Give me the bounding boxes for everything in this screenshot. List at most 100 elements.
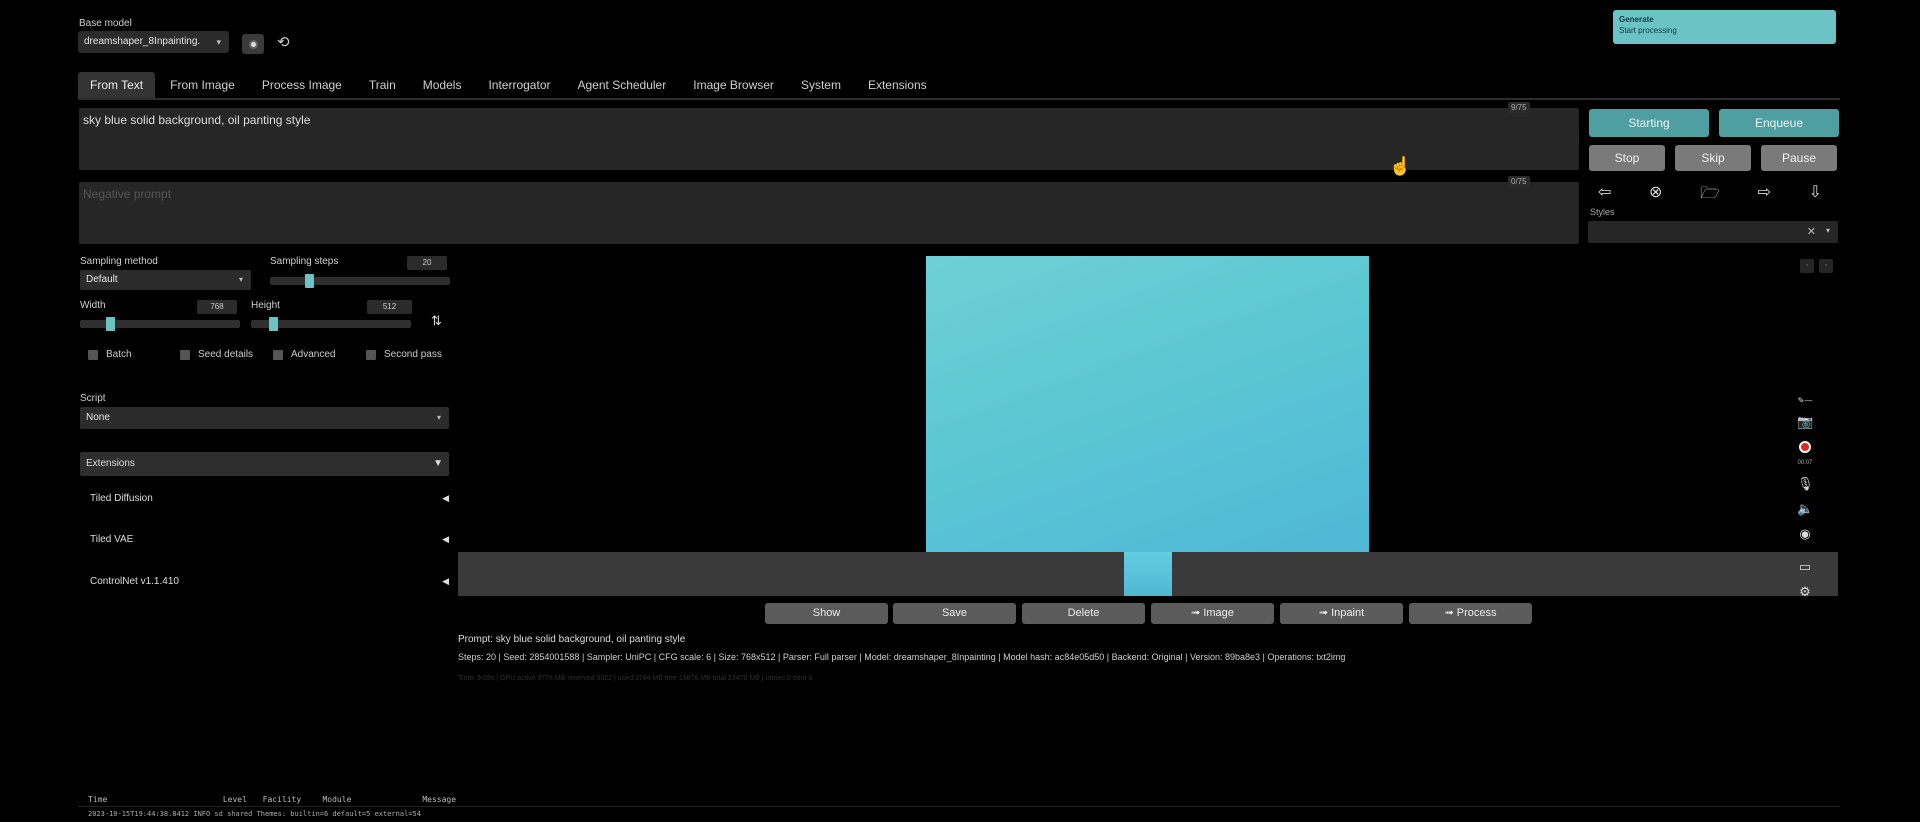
height-label: Height — [251, 300, 280, 311]
skip-button[interactable]: Skip — [1675, 145, 1751, 171]
collapse-icon: ◀ — [442, 534, 449, 544]
tab-train[interactable]: Train — [357, 72, 408, 98]
chevron-down-icon: ▼ — [433, 458, 443, 469]
generate-title: Generate — [1619, 15, 1654, 24]
tab-system[interactable]: System — [789, 72, 853, 98]
sampling-steps-label: Sampling steps — [270, 256, 339, 267]
negative-prompt-placeholder: Negative prompt — [83, 187, 172, 201]
log-col-time: Time — [88, 795, 108, 804]
styles-label: Styles — [1590, 207, 1615, 217]
prompt-input[interactable]: sky blue solid background, oil panting s… — [79, 108, 1579, 170]
record-icon — [248, 39, 258, 49]
gallery-option-b[interactable]: ▫ — [1819, 259, 1833, 273]
enqueue-button[interactable]: Enqueue — [1719, 109, 1839, 137]
height-slider[interactable] — [251, 317, 411, 331]
sampling-steps-value[interactable]: 20 — [407, 256, 447, 270]
batch-label: Batch — [106, 349, 132, 360]
batch-checkbox[interactable]: Batch — [88, 349, 132, 360]
tab-agent-scheduler[interactable]: Agent Scheduler — [566, 72, 679, 98]
advanced-label: Advanced — [291, 349, 336, 360]
extensions-accordion[interactable]: Extensions ▼ — [80, 452, 449, 476]
arrow-down-icon[interactable]: ⇩ — [1809, 182, 1822, 209]
window-icon[interactable]: ▭ — [1797, 559, 1813, 575]
arrow-left-icon[interactable]: ⇦ — [1598, 182, 1611, 209]
webcam-icon[interactable]: ◉ — [1797, 526, 1813, 542]
sampling-method-select[interactable]: Default ▾ — [80, 270, 251, 290]
tab-extensions[interactable]: Extensions — [856, 72, 939, 98]
arrow-right-icon[interactable]: ⇨ — [1758, 182, 1771, 209]
log-col-facility: Facility — [262, 795, 302, 804]
send-to-inpaint-button[interactable]: ➟ Inpaint — [1280, 603, 1403, 624]
prompt-token-count: 9/75 — [1508, 102, 1530, 113]
collapse-icon: ◀ — [442, 576, 449, 586]
extension-tiled-vae[interactable]: Tiled VAE ◀ — [90, 534, 449, 545]
pen-icon[interactable]: ✎— — [1797, 396, 1813, 405]
thumbnail[interactable] — [1124, 552, 1172, 596]
info-params: Steps: 20 | Seed: 2854001588 | Sampler: … — [458, 652, 1346, 662]
send-to-process-button[interactable]: ➟ Process — [1409, 603, 1532, 624]
chevron-down-icon: ▾ — [238, 275, 243, 284]
width-value[interactable]: 768 — [197, 300, 237, 314]
model-info-button[interactable] — [242, 34, 264, 54]
slider-thumb[interactable] — [269, 317, 278, 331]
negative-prompt-input[interactable]: Negative prompt — [79, 182, 1579, 244]
second-pass-checkbox[interactable]: Second pass — [366, 349, 442, 360]
clear-icon[interactable]: ⊗ — [1649, 182, 1662, 209]
tab-interrogator[interactable]: Interrogator — [476, 72, 562, 98]
extension-tiled-diffusion[interactable]: Tiled Diffusion ◀ — [90, 493, 449, 504]
main-tabs: From Text From Image Process Image Train… — [78, 72, 942, 98]
tab-image-browser[interactable]: Image Browser — [681, 72, 786, 98]
tab-process-image[interactable]: Process Image — [250, 72, 354, 98]
delete-button[interactable]: Delete — [1022, 603, 1145, 624]
microphone-icon[interactable]: 🎙 — [1797, 476, 1814, 492]
gallery-option-a[interactable]: ▫ — [1800, 259, 1814, 273]
prompt-text: sky blue solid background, oil panting s… — [83, 113, 311, 127]
script-label: Script — [80, 393, 106, 404]
slider-thumb[interactable] — [305, 274, 314, 288]
send-to-image-button[interactable]: ➟ Image — [1151, 603, 1274, 624]
sampling-method-label: Sampling method — [80, 256, 158, 267]
save-button[interactable]: Save — [893, 603, 1016, 624]
sampling-steps-slider[interactable] — [270, 274, 450, 288]
clear-styles-icon[interactable]: ✕ — [1807, 225, 1816, 238]
styles-select[interactable]: ✕ ▾ — [1588, 221, 1838, 243]
checkbox-box — [180, 349, 190, 360]
height-value[interactable]: 512 — [367, 300, 412, 314]
width-slider[interactable] — [80, 317, 240, 331]
script-select[interactable]: None ▾ — [80, 407, 449, 429]
log-header: Time Level Facility Module Message — [88, 795, 456, 804]
log-divider — [78, 806, 1840, 807]
pause-button[interactable]: Pause — [1761, 145, 1837, 171]
swap-dimensions-icon[interactable]: ⇅ — [431, 313, 442, 329]
tab-from-image[interactable]: From Image — [158, 72, 247, 98]
stop-button[interactable]: Stop — [1589, 145, 1665, 171]
extension-label: ControlNet v1.1.410 — [90, 576, 179, 587]
record-button[interactable] — [1797, 441, 1813, 456]
extension-label: Tiled VAE — [90, 534, 134, 545]
folder-icon[interactable]: 🗁 — [1700, 182, 1720, 209]
prompt-tools: ⇦ ⊗ 🗁 ⇨ ⇩ — [1588, 182, 1832, 209]
gear-icon[interactable]: ⚙ — [1797, 584, 1813, 600]
advanced-checkbox[interactable]: Advanced — [273, 349, 335, 360]
base-model-select[interactable]: dreamshaper_8Inpainting. ▾ — [78, 31, 229, 53]
show-button[interactable]: Show — [765, 603, 888, 624]
tab-from-text[interactable]: From Text — [78, 72, 156, 98]
negative-token-count: 0/75 — [1508, 176, 1530, 187]
chevron-down-icon: ▾ — [216, 37, 221, 47]
width-label: Width — [80, 300, 106, 311]
collapse-icon: ◀ — [442, 493, 449, 503]
log-col-level: Level — [222, 795, 247, 804]
speaker-icon[interactable]: 🔈 — [1797, 501, 1813, 517]
refresh-icon[interactable]: ⟲ — [277, 33, 290, 51]
tab-models[interactable]: Models — [411, 72, 474, 98]
generate-box[interactable]: Generate Start processing — [1613, 10, 1836, 44]
mouse-cursor-icon: ☝ — [1389, 156, 1412, 176]
generated-image[interactable] — [926, 256, 1369, 552]
slider-thumb[interactable] — [106, 317, 115, 331]
extension-controlnet[interactable]: ControlNet v1.1.410 ◀ — [90, 576, 449, 587]
camera-icon[interactable]: 📷 — [1797, 414, 1813, 430]
starting-button[interactable]: Starting — [1589, 109, 1709, 137]
record-time: 00:07 — [1797, 460, 1813, 466]
base-model-value: dreamshaper_8Inpainting. — [84, 36, 201, 47]
seed-details-checkbox[interactable]: Seed details — [180, 349, 253, 360]
